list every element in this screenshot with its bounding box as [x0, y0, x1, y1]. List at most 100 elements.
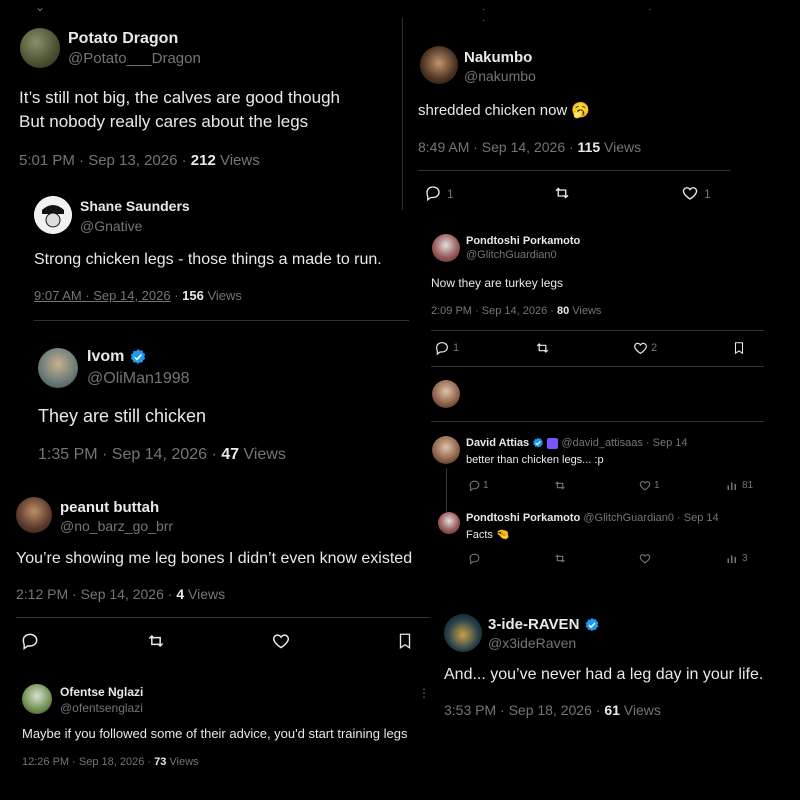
verified-badge-icon[interactable] [532, 437, 544, 449]
avatar[interactable] [432, 234, 460, 262]
reply-icon[interactable] [468, 479, 481, 492]
author-handle[interactable]: @nakumbo [464, 68, 536, 84]
author-name[interactable]: Pondtoshi Porkamoto [466, 235, 580, 247]
tweet-potato-dragon[interactable]: ⌄ Potato Dragon @Potato___Dragon It’s st… [0, 0, 400, 185]
like-icon[interactable] [638, 479, 652, 492]
tweet-text-line-2: But nobody really cares about the legs [19, 112, 309, 131]
repost-icon[interactable] [553, 552, 567, 565]
reply-icon[interactable] [434, 340, 450, 356]
tweet-text: shredded chicken now 🥱 [418, 102, 591, 119]
view-count: 81 [742, 480, 754, 491]
author-handle[interactable]: @OliMan1998 [87, 370, 190, 388]
avatar[interactable] [420, 46, 458, 84]
view-count: 61 [604, 702, 620, 718]
avatar[interactable] [438, 512, 460, 534]
views-icon[interactable] [726, 479, 738, 492]
thread-line [446, 468, 447, 518]
like-icon[interactable] [632, 340, 649, 356]
tweet-shane-saunders[interactable]: Shane Saunders @Gnative Strong chicken l… [18, 188, 413, 323]
reply-count: 1 [483, 480, 489, 491]
current-user-avatar [432, 380, 460, 408]
avatar-face-icon [34, 196, 72, 234]
avatar[interactable] [20, 28, 60, 68]
avatar[interactable] [432, 436, 460, 464]
tweet-ofentse-nglazi[interactable]: Ofentse Nglazi @ofentsenglazi ⋮ Maybe if… [0, 672, 440, 800]
avatar[interactable] [16, 497, 52, 533]
like-icon[interactable] [680, 184, 700, 202]
author-name[interactable]: Ivom [87, 348, 147, 366]
views-label: Views [166, 756, 199, 768]
reply-header: Pondtoshi Porkamoto @GlitchGuardian0 · S… [466, 512, 719, 524]
more-icon[interactable]: ⋮ [418, 686, 430, 700]
thread-line [402, 18, 403, 210]
divider [431, 421, 764, 422]
timestamp[interactable]: 9:07 AM · Sep 14, 2026 [34, 288, 171, 303]
timestamp[interactable]: 1:35 PM · Sep 14, 2026 · [38, 446, 221, 463]
tweet-text: Maybe if you followed some of their advi… [22, 726, 408, 741]
bookmark-icon[interactable] [732, 340, 746, 356]
reply-icon[interactable] [468, 552, 481, 565]
author-handle[interactable]: @Potato___Dragon [68, 50, 201, 67]
repost-icon[interactable] [534, 340, 551, 356]
timestamp[interactable]: 3:53 PM · Sep 18, 2026 · [444, 702, 604, 718]
tweet-meta: 5:01 PM · Sep 13, 2026 · 212 Views [19, 152, 260, 169]
timestamp[interactable]: 8:49 AM · Sep 14, 2026 · [418, 139, 578, 155]
tweet-nakumbo[interactable]: · · · Nakumbo @nakumbo shredded chicken … [402, 0, 740, 210]
view-count: 47 [221, 446, 240, 463]
views-label: Views [184, 586, 226, 602]
tweet-meta: 12:26 PM · Sep 18, 2026 · 73 Views [22, 756, 199, 768]
tweet-text: They are still chicken [38, 406, 207, 426]
author-handle[interactable]: @x3ideRaven [488, 635, 576, 651]
repost-icon[interactable] [553, 479, 567, 492]
author-name[interactable]: Pondtoshi Porkamoto [466, 512, 580, 524]
tweet-text: And... you’ve never had a leg day in you… [444, 666, 764, 683]
view-count: 3 [742, 553, 748, 564]
view-count: 115 [577, 139, 601, 155]
bookmark-icon[interactable] [396, 631, 414, 651]
tweet-text: Strong chicken legs - those things a mad… [34, 251, 382, 268]
author-handle[interactable]: @no_barz_go_brr [60, 518, 173, 534]
avatar[interactable] [22, 684, 52, 714]
like-icon[interactable] [270, 631, 292, 651]
views-label: Views [619, 702, 661, 718]
tweet-meta: 2:09 PM · Sep 14, 2026 · 80 Views [431, 305, 601, 317]
repost-icon[interactable] [552, 184, 572, 202]
author-name[interactable]: Nakumbo [464, 49, 532, 66]
like-icon[interactable] [638, 552, 652, 565]
author-handle[interactable]: @Gnative [80, 218, 142, 234]
author-handle-date: @david_attisaas · Sep 14 [561, 437, 688, 449]
divider [431, 330, 764, 331]
verified-badge-icon[interactable] [129, 348, 147, 366]
author-name[interactable]: 3-ide-RAVEN [488, 616, 600, 633]
author-handle[interactable]: @GlitchGuardian0 [466, 249, 557, 261]
timestamp[interactable]: 12:26 PM · Sep 18, 2026 · [22, 756, 154, 768]
tweet-ivom[interactable]: Ivom @OliMan1998 They are still chicken … [20, 328, 412, 478]
verified-badge-icon[interactable] [584, 617, 600, 633]
timestamp[interactable]: 5:01 PM · Sep 13, 2026 · [19, 152, 191, 169]
avatar[interactable] [444, 614, 482, 652]
reply-header: David Attias @david_attisaas · Sep 14 [466, 437, 688, 449]
author-handle[interactable]: @ofentsenglazi [60, 701, 143, 715]
top-action-fragments: · · · [482, 4, 732, 26]
author-name[interactable]: Potato Dragon [68, 30, 178, 48]
tweet-text: Now they are turkey legs [431, 276, 564, 290]
avatar[interactable] [38, 348, 78, 388]
author-name[interactable]: Shane Saunders [80, 198, 190, 214]
affiliate-badge-icon[interactable] [547, 437, 559, 449]
view-count: 80 [556, 305, 570, 317]
reply-icon[interactable] [20, 631, 40, 651]
author-name[interactable]: Ofentse Nglazi [60, 685, 143, 699]
author-name[interactable]: David Attias [466, 437, 529, 449]
tweet-peanut-buttah[interactable]: peanut buttah @no_barz_go_brr You’re sho… [0, 485, 440, 665]
author-name[interactable]: peanut buttah [60, 499, 159, 516]
reply-icon[interactable] [424, 184, 442, 202]
timestamp[interactable]: 2:09 PM · Sep 14, 2026 · [431, 305, 557, 317]
divider [34, 320, 409, 321]
views-icon[interactable] [726, 552, 738, 565]
avatar[interactable] [34, 196, 72, 234]
tweet-meta: 2:12 PM · Sep 14, 2026 · 4 Views [16, 586, 225, 602]
view-count: 156 [182, 288, 204, 303]
repost-icon[interactable] [145, 631, 167, 651]
tweet-3ide-raven[interactable]: 3-ide-RAVEN @x3ideRaven And... you’ve ne… [430, 596, 800, 736]
timestamp[interactable]: 2:12 PM · Sep 14, 2026 · [16, 586, 176, 602]
